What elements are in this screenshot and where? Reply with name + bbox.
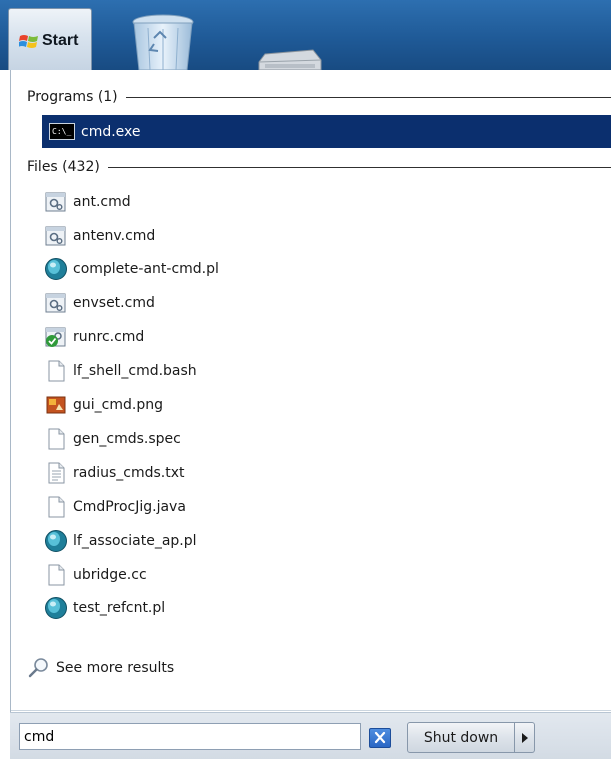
search-bar: Shut down — [10, 712, 611, 759]
blank-file-icon — [48, 360, 65, 382]
programs-header-divider — [125, 96, 611, 98]
file-label: envset.cmd — [73, 295, 155, 311]
file-row[interactable]: ubridge.cc — [44, 560, 604, 590]
command-prompt-icon: C:\_ — [49, 123, 75, 140]
file-label: radius_cmds.txt — [73, 465, 185, 481]
shut-down-button[interactable]: Shut down — [407, 722, 515, 753]
file-row[interactable]: runrc.cmd — [44, 322, 604, 352]
batch-file-icon — [45, 293, 66, 313]
file-label: lf_associate_ap.pl — [73, 533, 197, 549]
batch-file-icon — [45, 192, 66, 212]
start-menu: Programs (1) C:\_ cmd.exe Files (432) an… — [10, 70, 611, 759]
search-input[interactable] — [19, 723, 361, 750]
file-row[interactable]: test_refcnt.pl — [44, 593, 604, 623]
file-label: ubridge.cc — [73, 567, 147, 583]
programs-group-header: Programs (1) — [27, 87, 611, 107]
perl-script-icon — [45, 258, 67, 280]
start-label: Start — [42, 32, 79, 49]
files-group-header: Files (432) — [27, 157, 611, 177]
file-row[interactable]: CmdProcJig.java — [44, 492, 604, 522]
file-row[interactable]: antenv.cmd — [44, 221, 604, 251]
file-label: CmdProcJig.java — [73, 499, 186, 515]
result-cmd-exe[interactable]: C:\_ cmd.exe — [42, 115, 611, 148]
clear-icon — [374, 731, 386, 744]
chevron-right-icon — [521, 732, 528, 743]
file-row[interactable]: gen_cmds.spec — [44, 424, 604, 454]
search-icon — [28, 658, 48, 678]
see-more-label: See more results — [56, 660, 175, 676]
blank-file-icon — [48, 428, 65, 450]
blank-file-icon — [48, 496, 65, 518]
file-row[interactable]: envset.cmd — [44, 288, 604, 318]
blank-file-icon — [48, 564, 65, 586]
file-row[interactable]: ant.cmd — [44, 187, 604, 217]
file-row[interactable]: lf_associate_ap.pl — [44, 526, 604, 556]
files-header-divider — [107, 166, 611, 168]
file-row[interactable]: radius_cmds.txt — [44, 458, 604, 488]
file-label: test_refcnt.pl — [73, 600, 166, 616]
file-label: complete-ant-cmd.pl — [73, 261, 219, 277]
clear-search-button[interactable] — [369, 728, 391, 748]
programs-header-label: Programs (1) — [27, 89, 118, 105]
file-label: antenv.cmd — [73, 228, 156, 244]
desktop: Start — [0, 0, 611, 70]
screen: Start Programs (1) C:\_ cmd.exe Files (4… — [0, 0, 611, 759]
file-label: gen_cmds.spec — [73, 431, 181, 447]
file-label: gui_cmd.png — [73, 397, 163, 413]
result-label: cmd.exe — [81, 123, 141, 140]
menu-divider — [11, 710, 611, 711]
recycle-bin-icon[interactable] — [130, 14, 196, 70]
drive-icon[interactable] — [255, 44, 325, 70]
files-header-label: Files (432) — [27, 159, 100, 175]
text-file-icon — [48, 462, 65, 484]
shield-batch-file-icon — [45, 327, 66, 347]
perl-script-icon — [45, 597, 67, 619]
perl-script-icon — [45, 530, 67, 552]
file-row[interactable]: lf_shell_cmd.bash — [44, 356, 604, 386]
windows-logo-icon — [19, 35, 38, 48]
start-button[interactable]: Start — [8, 8, 92, 70]
file-label: runrc.cmd — [73, 329, 145, 345]
file-label: ant.cmd — [73, 194, 131, 210]
shut-down-options-button[interactable] — [515, 722, 535, 753]
file-row[interactable]: complete-ant-cmd.pl — [44, 254, 604, 284]
image-file-icon — [46, 396, 66, 414]
batch-file-icon — [45, 226, 66, 246]
file-row[interactable]: gui_cmd.png — [44, 390, 604, 420]
file-label: lf_shell_cmd.bash — [73, 363, 197, 379]
see-more-results-link[interactable]: See more results — [28, 655, 174, 681]
